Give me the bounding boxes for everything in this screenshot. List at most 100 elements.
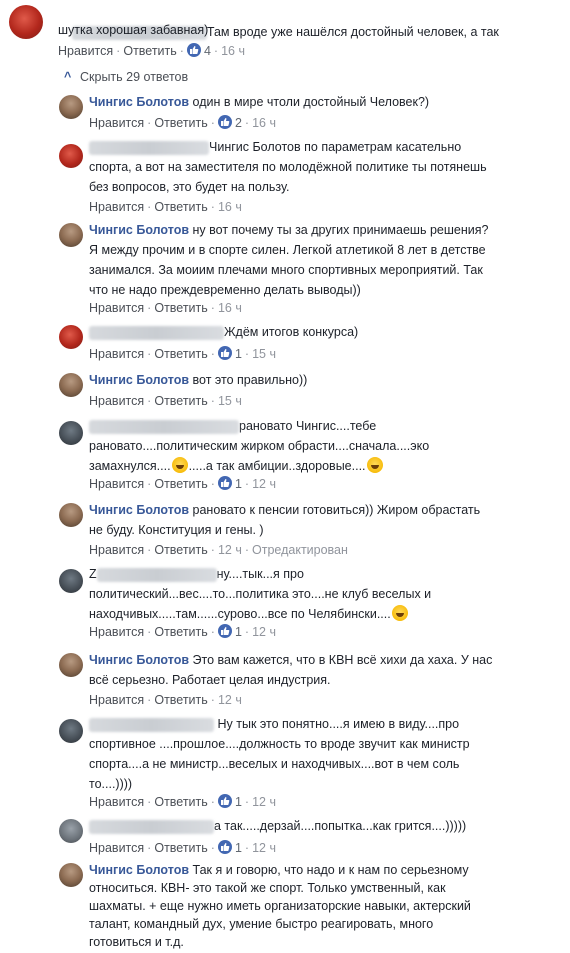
avatar[interactable] — [59, 569, 83, 593]
avatar[interactable] — [59, 719, 83, 743]
comment-actions: Нравится · Ответить · 4 · 16 ч — [58, 43, 245, 58]
reply-link[interactable]: Ответить — [154, 200, 207, 214]
blurred-author-name — [89, 419, 239, 434]
comment-text: рановато Чингис....тебе — [89, 416, 376, 436]
timestamp[interactable]: 12 ч — [218, 543, 242, 557]
comment-text: Чингис Болотов по параметрам касательно — [89, 137, 461, 157]
like-reaction-icon[interactable] — [217, 840, 232, 854]
author-name[interactable]: Чингис Болотов — [89, 653, 189, 667]
comment-text: Чингис Болотов Так я и говорю, что надо … — [89, 863, 469, 877]
avatar[interactable] — [59, 325, 83, 349]
reply-comment: рановато Чингис....тебе рановато....поли… — [0, 416, 570, 496]
edited-label[interactable]: Отредактирован — [252, 543, 348, 557]
comment-text-line3: замахнулся.... .....а так амбиции..здоров… — [89, 456, 384, 476]
like-count: 1 — [234, 477, 242, 491]
reply-link[interactable]: Ответить — [154, 116, 207, 130]
reply-link[interactable]: Ответить — [154, 301, 207, 315]
laughing-emoji-icon — [171, 457, 188, 473]
like-count: 4 — [203, 44, 211, 58]
avatar[interactable] — [59, 373, 83, 397]
like-link[interactable]: Нравится — [58, 44, 113, 58]
avatar[interactable] — [9, 5, 43, 39]
hide-replies-button[interactable]: ^ Скрыть 29 ответов — [64, 69, 188, 85]
author-name[interactable]: Чингис Болотов — [89, 373, 189, 387]
avatar[interactable] — [59, 653, 83, 677]
reply-link[interactable]: Ответить — [154, 394, 207, 408]
reply-link[interactable]: Ответить — [154, 347, 207, 361]
like-reaction-icon[interactable] — [217, 624, 232, 638]
timestamp[interactable]: 12 ч — [252, 841, 276, 855]
reply-link[interactable]: Ответить — [154, 693, 207, 707]
comment-text-line2: политический...вес....то...политика это.… — [89, 587, 432, 601]
reply-comment: Чингис Болотов один в мире чтоли достойн… — [0, 92, 570, 134]
comment-actions: Нравится · Ответить · 16 ч — [89, 200, 242, 214]
reply-link[interactable]: Ответить — [154, 477, 207, 491]
comment-text: Чингис Болотов ну вот почему ты за други… — [89, 223, 489, 237]
reply-comment: Ждём итогов конкурса) Нравится · Ответить ·… — [0, 322, 570, 364]
like-link[interactable]: Нравится — [89, 625, 144, 639]
reply-link[interactable]: Ответить — [123, 44, 176, 58]
timestamp[interactable]: 12 ч — [218, 693, 242, 707]
like-count: 1 — [234, 841, 242, 855]
comment-actions: Нравится · Ответить · 15 ч — [89, 394, 242, 408]
avatar[interactable] — [59, 95, 83, 119]
reply-comment: Чингис Болотов ну вот почему ты за други… — [0, 220, 570, 320]
timestamp[interactable]: 16 ч — [221, 44, 245, 58]
comment-text-line4: что не надо преждевременно делать выводы… — [89, 283, 361, 297]
author-name-partial[interactable]: Z — [89, 567, 97, 581]
comment-text: Чингис Болотов один в мире чтоли достойн… — [89, 95, 430, 109]
timestamp[interactable]: 15 ч — [218, 394, 242, 408]
comment-text-line3: шахматы. + еще нужно иметь организаторск… — [89, 899, 471, 913]
reply-link[interactable]: Ответить — [154, 795, 207, 809]
like-count: 1 — [234, 625, 242, 639]
like-link[interactable]: Нравится — [89, 394, 144, 408]
comment-text: Ждём итогов конкурса) — [89, 322, 358, 342]
timestamp[interactable]: 16 ч — [252, 116, 276, 130]
reply-comment: Чингис Болотов рановато к пенсии готовит… — [0, 500, 570, 560]
like-link[interactable]: Нравится — [89, 116, 144, 130]
like-link[interactable]: Нравится — [89, 301, 144, 315]
comment-text-line5: готовиться и т.д. — [89, 935, 184, 949]
reply-link[interactable]: Ответить — [154, 625, 207, 639]
author-name[interactable]: Чингис Болотов — [89, 223, 189, 237]
avatar[interactable] — [59, 863, 83, 887]
like-reaction-icon[interactable] — [217, 794, 232, 808]
author-name[interactable]: Чингис Болотов — [89, 95, 189, 109]
reply-comment: Ну тык это понятно....я имею в виду....п… — [0, 714, 570, 814]
like-link[interactable]: Нравится — [89, 543, 144, 557]
timestamp[interactable]: 12 ч — [252, 625, 276, 639]
comment-text-line2: относиться. КВН- это такой же спорт. Тол… — [89, 881, 446, 895]
avatar[interactable] — [59, 421, 83, 445]
avatar[interactable] — [59, 503, 83, 527]
like-count: 1 — [234, 795, 242, 809]
like-reaction-icon[interactable] — [186, 43, 201, 57]
comment-text-line2: спорта, а вот на заместителя по молодёжн… — [89, 160, 487, 174]
like-reaction-icon[interactable] — [217, 115, 232, 129]
timestamp[interactable]: 15 ч — [252, 347, 276, 361]
like-reaction-icon[interactable] — [217, 346, 232, 360]
blurred-author-name — [89, 819, 214, 834]
like-link[interactable]: Нравится — [89, 347, 144, 361]
author-name[interactable]: Чингис Болотов — [89, 863, 189, 877]
like-reaction-icon[interactable] — [217, 476, 232, 490]
avatar[interactable] — [59, 144, 83, 168]
author-name[interactable]: Чингис Болотов — [89, 503, 189, 517]
like-link[interactable]: Нравится — [89, 200, 144, 214]
like-link[interactable]: Нравится — [89, 841, 144, 855]
comment-actions: Нравится · Ответить · 12 ч · Отредактирован — [89, 543, 348, 557]
reply-link[interactable]: Ответить — [154, 543, 207, 557]
timestamp[interactable]: 12 ч — [252, 477, 276, 491]
like-link[interactable]: Нравится — [89, 795, 144, 809]
timestamp[interactable]: 12 ч — [252, 795, 276, 809]
blurred-author-name — [89, 717, 214, 732]
avatar[interactable] — [59, 223, 83, 247]
comment-actions: Нравится · Ответить · 1 · 12 ч — [89, 624, 276, 639]
comment-text-line2: всё серьезно. Работает целая индустрия. — [89, 673, 331, 687]
timestamp[interactable]: 16 ч — [218, 301, 242, 315]
like-link[interactable]: Нравится — [89, 477, 144, 491]
like-link[interactable]: Нравится — [89, 693, 144, 707]
blurred-author-name — [96, 567, 217, 582]
reply-link[interactable]: Ответить — [154, 841, 207, 855]
avatar[interactable] — [59, 819, 83, 843]
timestamp[interactable]: 16 ч — [218, 200, 242, 214]
